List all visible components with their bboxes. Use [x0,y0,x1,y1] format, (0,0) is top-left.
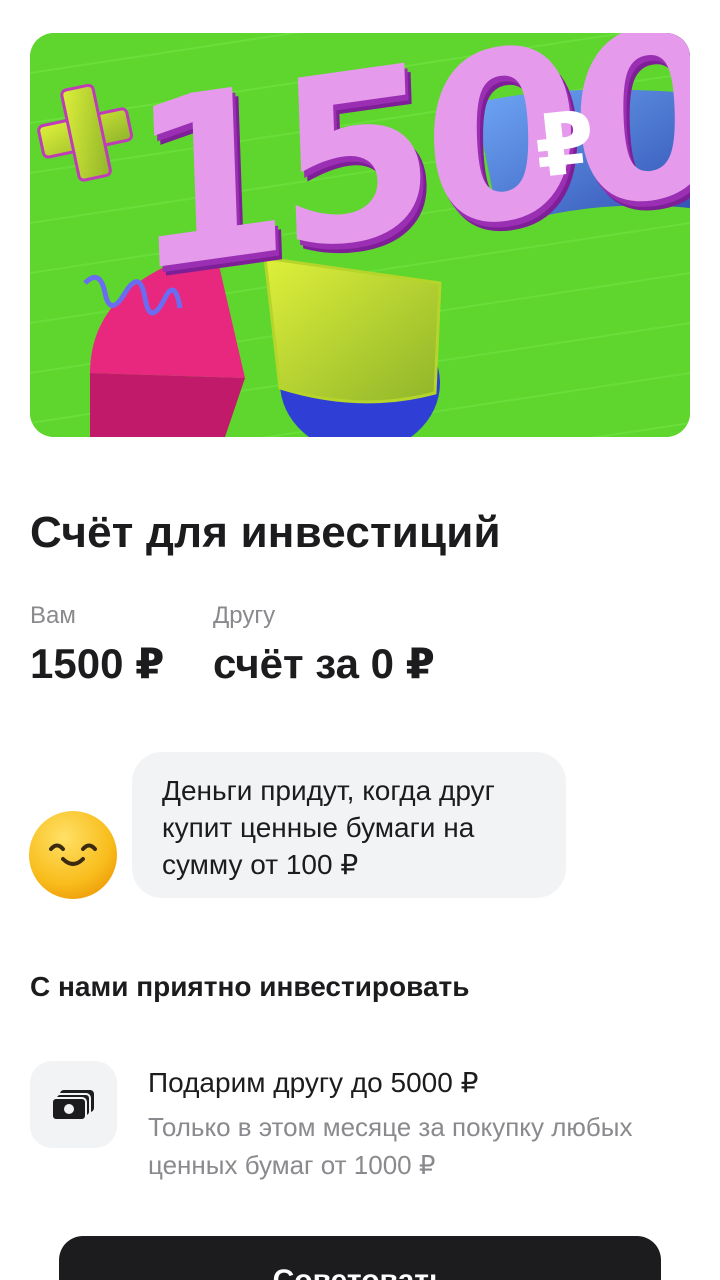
ruble-flag-symbol: ₽ [529,92,600,198]
section-title: С нами приятно инвестировать [30,971,470,1002]
reward-friend-value: счёт за 0 ₽ [213,640,435,687]
reward-you-value: 1500 ₽ [30,640,165,687]
smiley-face-icon [29,811,117,899]
referral-page: 1500 ₽ Счёт для инвестиций Вам 1500 ₽ Др… [0,0,720,1280]
promo-banner: 1500 ₽ [30,33,690,437]
feature-title: Подарим другу до 5000 ₽ [148,1067,479,1098]
feature-description: Только в этом месяце за покупку любых це… [148,1112,633,1180]
banknotes-icon [30,1061,117,1148]
reward-friend: Другу счёт за 0 ₽ [213,600,435,690]
reward-you: Вам 1500 ₽ [30,600,164,690]
reward-you-label: Вам [30,602,76,629]
recommend-button[interactable]: Советовать [59,1236,661,1280]
page-title: Счёт для инвестиций [30,508,501,557]
reward-friend-label: Другу [213,602,276,629]
hint-bubble: Деньги придут, когда друг купит ценные б… [132,752,566,898]
